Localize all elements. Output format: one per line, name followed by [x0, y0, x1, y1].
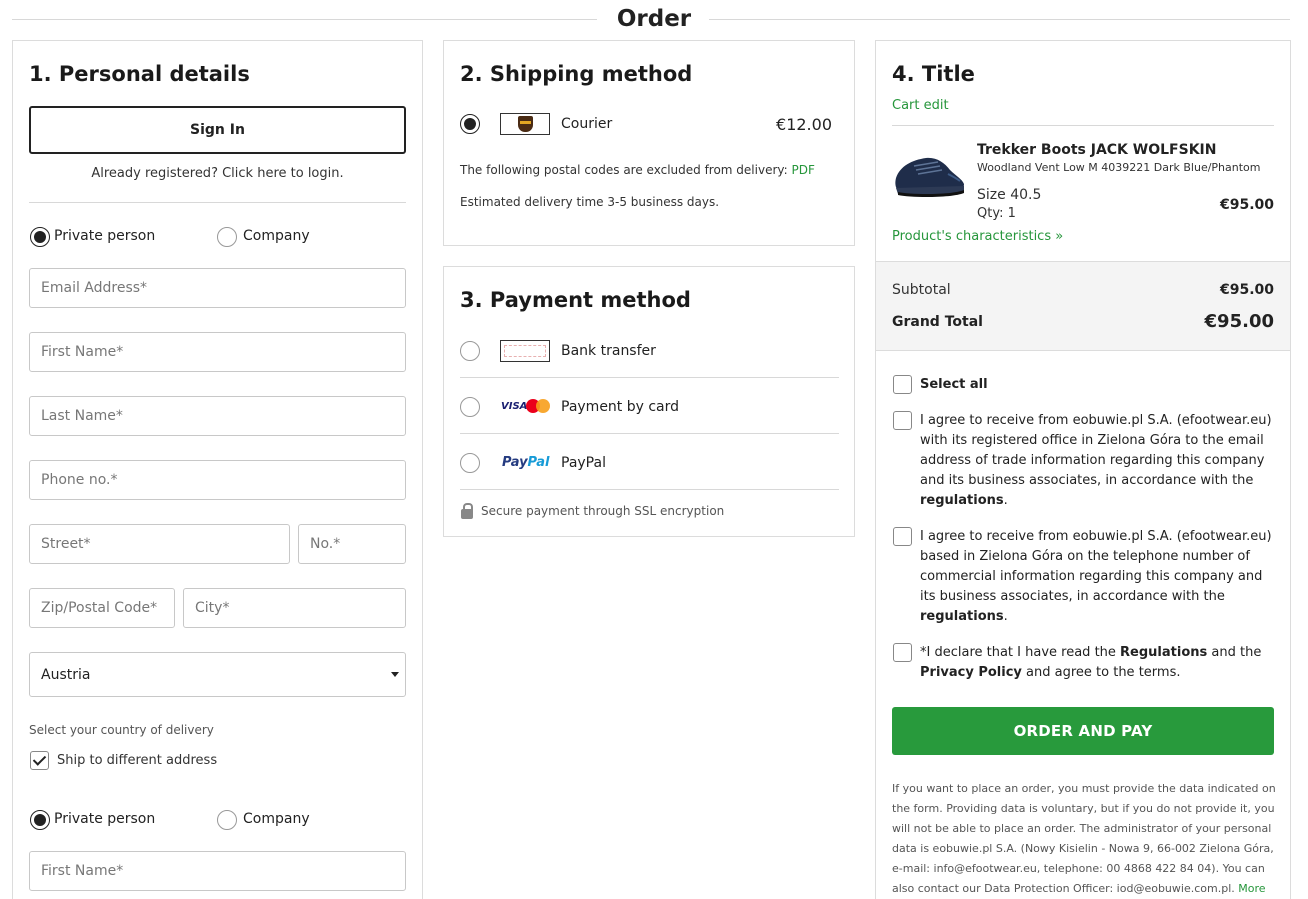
courier-label: Courier: [561, 116, 613, 132]
subtotal-value: €95.00: [1219, 282, 1274, 298]
city-field[interactable]: [183, 588, 406, 628]
email-field[interactable]: [29, 268, 406, 308]
bank-transfer-label: Bank transfer: [561, 343, 656, 359]
ship-private-person-radio[interactable]: [30, 810, 50, 830]
ship-different-label: Ship to different address: [57, 753, 218, 768]
shipping-method-panel: 2. Shipping method Courier €12.00 The fo…: [443, 40, 855, 246]
shipping-method-heading: 2. Shipping method: [460, 62, 693, 86]
phone-consent-text: I agree to receive from eobuwie.pl S.A. …: [920, 527, 1275, 627]
ship-company-radio[interactable]: [217, 810, 237, 830]
sign-in-button[interactable]: Sign In: [29, 106, 406, 154]
card-payment-label: Payment by card: [561, 399, 680, 415]
chevron-down-icon: [391, 672, 399, 677]
terms-prefix: *I declare that I have read the: [920, 645, 1116, 660]
excluded-postcodes-label: The following postal codes are excluded …: [460, 163, 788, 177]
house-number-field[interactable]: [298, 524, 406, 564]
secure-payment-text: Secure payment through SSL encryption: [481, 504, 725, 518]
legal-more-link[interactable]: More: [1238, 882, 1265, 895]
ship-private-person-label: Private person: [54, 811, 156, 827]
product-size: Size 40.5: [977, 187, 1042, 203]
product-qty: Qty: 1: [977, 206, 1016, 221]
personal-details-panel: 1. Personal details Sign In Already regi…: [12, 40, 423, 899]
select-all-checkbox[interactable]: [893, 375, 912, 394]
login-hint-link[interactable]: Already registered? Click here to login.: [13, 166, 422, 181]
visa-icon: VISA: [501, 401, 528, 412]
terms-and: and the: [1211, 645, 1262, 660]
email-consent-text: I agree to receive from eobuwie.pl S.A. …: [920, 411, 1275, 511]
cart-edit-link[interactable]: Cart edit: [892, 98, 949, 113]
phone-consent-checkbox[interactable]: [893, 527, 912, 546]
company-radio[interactable]: [217, 227, 237, 247]
regulations-link[interactable]: regulations: [920, 609, 1004, 624]
paypal-label: PayPal: [561, 455, 606, 471]
grand-total-value: €95.00: [1204, 311, 1274, 332]
courier-radio[interactable]: [460, 114, 480, 134]
terms-regulations-link[interactable]: Regulations: [1120, 645, 1207, 660]
courier-price: €12.00: [776, 115, 832, 134]
excluded-postcodes-pdf-link[interactable]: PDF: [792, 163, 815, 177]
page-title: Order: [0, 6, 1308, 32]
email-consent-label: I agree to receive from eobuwie.pl S.A. …: [920, 413, 1272, 488]
product-price: €95.00: [1219, 197, 1274, 213]
street-field[interactable]: [29, 524, 290, 564]
country-select-value: Austria: [41, 666, 91, 683]
company-label: Company: [243, 228, 310, 244]
section-divider: [29, 202, 406, 203]
payment-method-heading: 3. Payment method: [460, 288, 691, 312]
paypal-logo-icon: PayPal: [502, 455, 550, 470]
phone-field[interactable]: [29, 460, 406, 500]
payment-divider: [460, 433, 839, 434]
summary-divider: [892, 125, 1274, 126]
ship-company-label: Company: [243, 811, 310, 827]
paypal-radio[interactable]: [460, 453, 480, 473]
card-payment-radio[interactable]: [460, 397, 480, 417]
country-hint: Select your country of delivery: [29, 723, 214, 737]
select-all-label: Select all: [920, 377, 988, 392]
ship-different-checkbox[interactable]: [30, 751, 49, 770]
product-characteristics-link[interactable]: Product's characteristics »: [892, 229, 1063, 244]
legal-notice: If you want to place an order, you must …: [892, 779, 1276, 899]
page-header: Order: [0, 0, 1308, 40]
private-person-label: Private person: [54, 228, 156, 244]
email-consent-period: .: [1003, 493, 1008, 508]
delivery-time-text: Estimated delivery time 3-5 business day…: [460, 195, 720, 209]
payment-divider: [460, 489, 839, 490]
legal-notice-text: If you want to place an order, you must …: [892, 782, 1276, 895]
last-name-field[interactable]: [29, 396, 406, 436]
payment-method-panel: 3. Payment method Bank transfer VISA Pay…: [443, 266, 855, 537]
totals-box: [876, 261, 1290, 351]
grand-total-label: Grand Total: [892, 314, 983, 330]
product-variant: Woodland Vent Low M 4039221 Dark Blue/Ph…: [977, 161, 1261, 174]
subtotal-label: Subtotal: [892, 282, 951, 298]
bank-transfer-radio[interactable]: [460, 341, 480, 361]
phone-consent-label: I agree to receive from eobuwie.pl S.A. …: [920, 529, 1272, 604]
email-consent-checkbox[interactable]: [893, 411, 912, 430]
payment-divider: [460, 377, 839, 378]
product-thumbnail[interactable]: [892, 148, 966, 204]
country-select[interactable]: Austria: [29, 652, 406, 697]
terms-checkbox[interactable]: [893, 643, 912, 662]
order-and-pay-button[interactable]: ORDER AND PAY: [892, 707, 1274, 755]
bank-transfer-icon: [500, 340, 550, 362]
lock-icon: [461, 503, 473, 519]
personal-details-heading: 1. Personal details: [29, 62, 250, 86]
terms-text: *I declare that I have read the Regulati…: [920, 643, 1275, 683]
privacy-policy-link[interactable]: Privacy Policy: [920, 665, 1022, 680]
first-name-field[interactable]: [29, 332, 406, 372]
summary-heading: 4. Title: [892, 62, 975, 86]
product-name[interactable]: Trekker Boots JACK WOLFSKIN: [977, 142, 1216, 158]
terms-suffix: and agree to the terms.: [1026, 665, 1181, 680]
private-person-radio[interactable]: [30, 227, 50, 247]
ups-logo-icon: [500, 113, 550, 135]
excluded-postcodes-text: The following postal codes are excluded …: [460, 163, 815, 177]
zip-code-field[interactable]: [29, 588, 175, 628]
ship-first-name-field[interactable]: [29, 851, 406, 891]
phone-consent-period: .: [1003, 609, 1008, 624]
mastercard-icon-overlap: [536, 399, 550, 413]
regulations-link[interactable]: regulations: [920, 493, 1004, 508]
